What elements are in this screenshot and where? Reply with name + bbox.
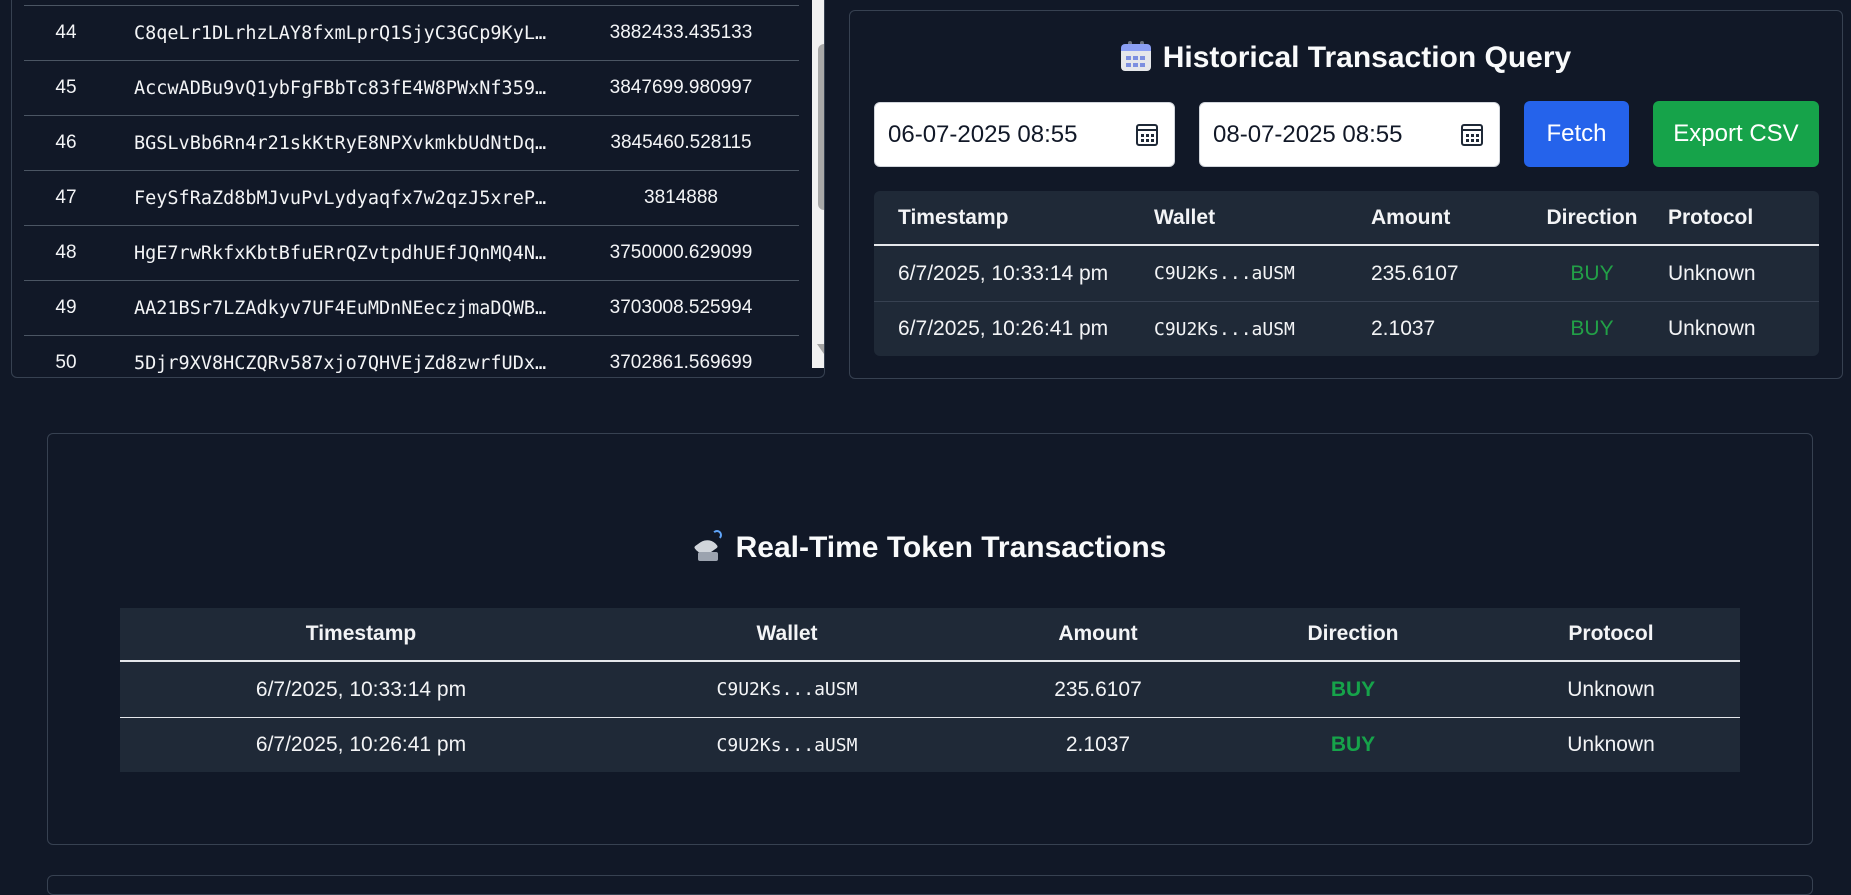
scroll-down-arrow-icon[interactable] [817, 344, 824, 354]
wallet-cell[interactable]: C9U2Ks...aUSM [1154, 263, 1371, 284]
holder-balance: 3882433.435133 [609, 22, 753, 43]
table-row: 48 HgE7rwRkfxKbtBfuERrQZvtpdhUEfJQnMQ4N…… [24, 226, 799, 281]
timestamp-cell: 6/7/2025, 10:33:14 pm [898, 261, 1109, 285]
holder-balance: 3847699.980997 [609, 77, 753, 98]
table-row: 6/7/2025, 10:33:14 pm C9U2Ks...aUSM 235.… [874, 246, 1819, 301]
table-row: 6/7/2025, 10:33:14 pm C9U2Ks...aUSM 235.… [120, 662, 1740, 717]
next-panel-edge [47, 875, 1813, 895]
holder-address[interactable]: AccwADBu9vQ1ybFgFBbTc83fE4W8PWxNf359… [108, 78, 563, 99]
holder-rank: 44 [55, 22, 77, 43]
holder-address[interactable]: 5Djr9XV8HCZQRv587xjo7QHVEjZd8zwrfUDx… [108, 353, 563, 374]
holder-balance: 3702861.569699 [609, 352, 753, 373]
direction-cell: BUY [1570, 317, 1614, 340]
holder-rank: 47 [55, 187, 77, 208]
end-date-input[interactable]: 08-07-2025 08:55 [1199, 102, 1500, 167]
holder-address[interactable]: BGSLvBb6Rn4r21skKtRyE8NPXvkmkbUdNtDq… [108, 133, 563, 154]
export-csv-button[interactable]: Export CSV [1653, 101, 1819, 167]
realtime-transactions-panel: Real-Time Token Transactions Timestamp W… [47, 433, 1813, 845]
protocol-cell: Unknown [1668, 317, 1756, 340]
table-row: 50 5Djr9XV8HCZQRv587xjo7QHVEjZd8zwrfUDx…… [24, 336, 799, 377]
holder-address[interactable]: C8qeLr1DLrhzLAY8fxmLprQ1SjyC3GCp9KyL… [108, 23, 563, 44]
table-row: 44 C8qeLr1DLrhzLAY8fxmLprQ1SjyC3GCp9KyL…… [24, 6, 799, 61]
realtime-title-text: Real-Time Token Transactions [735, 531, 1167, 564]
realtime-transactions-title: Real-Time Token Transactions [48, 530, 1812, 565]
amount-cell: 235.6107 [1054, 677, 1142, 701]
holder-balance: 3845460.528115 [610, 132, 752, 153]
protocol-cell: Unknown [1567, 677, 1655, 701]
end-date-value: 08-07-2025 08:55 [1213, 120, 1403, 148]
historical-query-title: Historical Transaction Query [850, 41, 1842, 75]
direction-cell: BUY [1570, 261, 1614, 285]
protocol-cell: Unknown [1567, 733, 1655, 756]
table-row: 46 BGSLvBb6Rn4r21skKtRyE8NPXvkmkbUdNtDq…… [24, 116, 799, 171]
column-header-direction: Direction [1546, 205, 1638, 229]
holder-rank: 49 [55, 297, 77, 318]
start-date-input[interactable]: 06-07-2025 08:55 [874, 102, 1175, 167]
direction-cell: BUY [1330, 677, 1376, 701]
holder-address[interactable]: AA21BSr7LZAdkyv7UF4EuMDnNEeczjmaDQWB… [108, 298, 563, 319]
protocol-cell: Unknown [1668, 261, 1756, 285]
holder-rank: 48 [55, 242, 77, 263]
historical-query-panel: Historical Transaction Query 06-07-2025 … [849, 10, 1843, 379]
historical-transactions-table: Timestamp Wallet Amount Direction Protoc… [874, 191, 1819, 356]
realtime-transactions-table: Timestamp Wallet Amount Direction Protoc… [120, 608, 1740, 772]
column-header-wallet: Wallet [1154, 205, 1216, 229]
holder-address[interactable]: FeySfRaZd8bMJvuPvLydyaqfx7w2qzJ5xreP… [108, 188, 563, 209]
table-row: 6/7/2025, 10:26:41 pm C9U2Ks...aUSM 2.10… [874, 301, 1819, 356]
column-header-protocol: Protocol [1668, 205, 1754, 229]
column-header-direction: Direction [1307, 622, 1399, 645]
table-row: 45 AccwADBu9vQ1ybFgFBbTc83fE4W8PWxNf359…… [24, 61, 799, 116]
timestamp-cell: 6/7/2025, 10:33:14 pm [255, 677, 467, 701]
column-header-amount: Amount [1058, 622, 1138, 645]
column-header-amount: Amount [1371, 205, 1451, 229]
column-header-wallet: Wallet [756, 622, 818, 645]
scrollbar-thumb[interactable] [818, 44, 824, 210]
holders-panel: 44 C8qeLr1DLrhzLAY8fxmLprQ1SjyC3GCp9KyL…… [11, 0, 825, 378]
wallet-cell[interactable]: C9U2Ks...aUSM [602, 735, 972, 756]
timestamp-cell: 6/7/2025, 10:26:41 pm [898, 317, 1109, 340]
calendar-emoji-icon [1120, 41, 1151, 71]
table-header: Timestamp Wallet Amount Direction Protoc… [120, 608, 1740, 662]
holder-balance: 3703008.525994 [609, 297, 753, 318]
column-header-timestamp: Timestamp [898, 205, 1009, 229]
table-row: 6/7/2025, 10:26:41 pm C9U2Ks...aUSM 2.10… [120, 717, 1740, 772]
amount-cell: 235.6107 [1371, 261, 1459, 285]
holder-balance: 3814888 [644, 187, 718, 208]
amount-cell: 2.1037 [1065, 733, 1131, 756]
wallet-cell[interactable]: C9U2Ks...aUSM [1154, 319, 1371, 340]
holders-scrollbar[interactable] [812, 0, 824, 368]
holders-table: 44 C8qeLr1DLrhzLAY8fxmLprQ1SjyC3GCp9KyL…… [24, 0, 799, 377]
holder-rank: 45 [55, 77, 77, 98]
calendar-icon[interactable] [1136, 123, 1158, 146]
start-date-value: 06-07-2025 08:55 [888, 120, 1078, 148]
holder-address[interactable]: HgE7rwRkfxKbtBfuERrQZvtpdhUEfJQnMQ4N… [108, 243, 563, 264]
amount-cell: 2.1037 [1371, 317, 1436, 340]
historical-query-title-text: Historical Transaction Query [1162, 41, 1572, 74]
table-row: 49 AA21BSr7LZAdkyv7UF4EuMDnNEeczjmaDQWB…… [24, 281, 799, 336]
holder-rank: 50 [55, 352, 77, 373]
column-header-protocol: Protocol [1568, 622, 1654, 645]
fetch-button[interactable]: Fetch [1524, 101, 1629, 167]
wallet-cell[interactable]: C9U2Ks...aUSM [602, 679, 972, 700]
column-header-timestamp: Timestamp [305, 622, 417, 645]
timestamp-cell: 6/7/2025, 10:26:41 pm [255, 733, 467, 756]
direction-cell: BUY [1330, 733, 1376, 756]
holder-balance: 3750000.629099 [609, 242, 753, 263]
table-header: Timestamp Wallet Amount Direction Protoc… [874, 191, 1819, 246]
table-row: 47 FeySfRaZd8bMJvuPvLydyaqfx7w2qzJ5xreP…… [24, 171, 799, 226]
calendar-icon[interactable] [1461, 123, 1483, 146]
holder-rank: 46 [55, 132, 77, 153]
satellite-antenna-icon [693, 530, 724, 562]
